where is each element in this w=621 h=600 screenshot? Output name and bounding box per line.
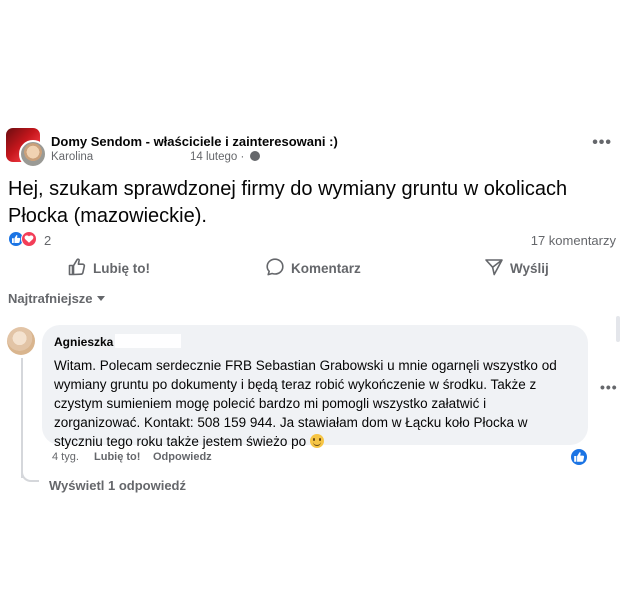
like-button-label: Lubię to! — [93, 261, 150, 276]
thread-line — [21, 358, 23, 478]
group-name[interactable]: Domy Sendom - właściciele i zainteresowa… — [51, 134, 338, 149]
chevron-down-icon — [96, 296, 105, 301]
comment-reply-link[interactable]: Odpowiedz — [153, 451, 212, 463]
post-header: Domy Sendom - właściciele i zainteresowa… — [6, 128, 616, 168]
post-more-icon[interactable]: ••• — [592, 135, 612, 151]
redacted-surname — [115, 334, 182, 348]
post-date[interactable]: 14 lutego · — [190, 151, 260, 163]
scrollbar-thumb[interactable] — [616, 316, 620, 342]
send-button-label: Wyślij — [510, 261, 549, 276]
comment-bubble: Agnieszka Witam. Polecam serdecznie FRB … — [42, 325, 588, 449]
thumbs-up-icon — [68, 258, 86, 276]
reaction-count: 2 — [44, 233, 52, 248]
comment-bubble-icon — [266, 258, 284, 276]
comment-time[interactable]: 4 tyg. — [52, 451, 79, 463]
commenter-avatar[interactable] — [7, 327, 35, 355]
send-icon — [485, 259, 503, 276]
comments-count[interactable]: 17 komentarzy — [531, 233, 616, 248]
post-action-bar: Lubię to! Komentarz Wyślij — [0, 252, 621, 284]
commenter-name-text: Agnieszka — [54, 335, 114, 349]
author-avatar[interactable] — [19, 140, 47, 168]
send-button[interactable]: Wyślij — [484, 257, 554, 279]
comment-button[interactable]: Komentarz — [265, 257, 365, 279]
thread-connector — [21, 466, 39, 482]
post-meta: Karolina 14 lutego · — [51, 151, 260, 163]
comment-like-link[interactable]: Lubię to! — [94, 451, 140, 463]
love-reaction-icon — [21, 231, 37, 247]
commenter-name[interactable]: Agnieszka — [54, 334, 182, 349]
post-author[interactable]: Karolina — [51, 151, 93, 163]
like-button[interactable]: Lubię to! — [67, 257, 157, 279]
comment-button-label: Komentarz — [291, 261, 361, 276]
comment-text: Witam. Polecam serdecznie FRB Sebastian … — [54, 356, 574, 451]
comment-more-icon[interactable]: ••• — [600, 379, 618, 395]
avatar-stack[interactable] — [6, 128, 47, 168]
post-date-text: 14 lutego · — [190, 151, 245, 163]
smile-emoji-icon — [309, 434, 324, 448]
comment-sort-dropdown[interactable]: Najtrafniejsze — [8, 291, 105, 306]
post-text: Hej, szukam sprawdzonej firmy do wymiany… — [8, 178, 568, 227]
comment-like-reaction-icon[interactable] — [571, 449, 587, 465]
sort-label: Najtrafniejsze — [8, 291, 93, 306]
comment-body: Witam. Polecam serdecznie FRB Sebastian … — [54, 358, 557, 449]
view-replies-link[interactable]: Wyświetl 1 odpowiedź — [49, 478, 186, 493]
scrollbar-segment-top[interactable] — [616, 0, 620, 600]
globe-icon — [249, 151, 260, 161]
